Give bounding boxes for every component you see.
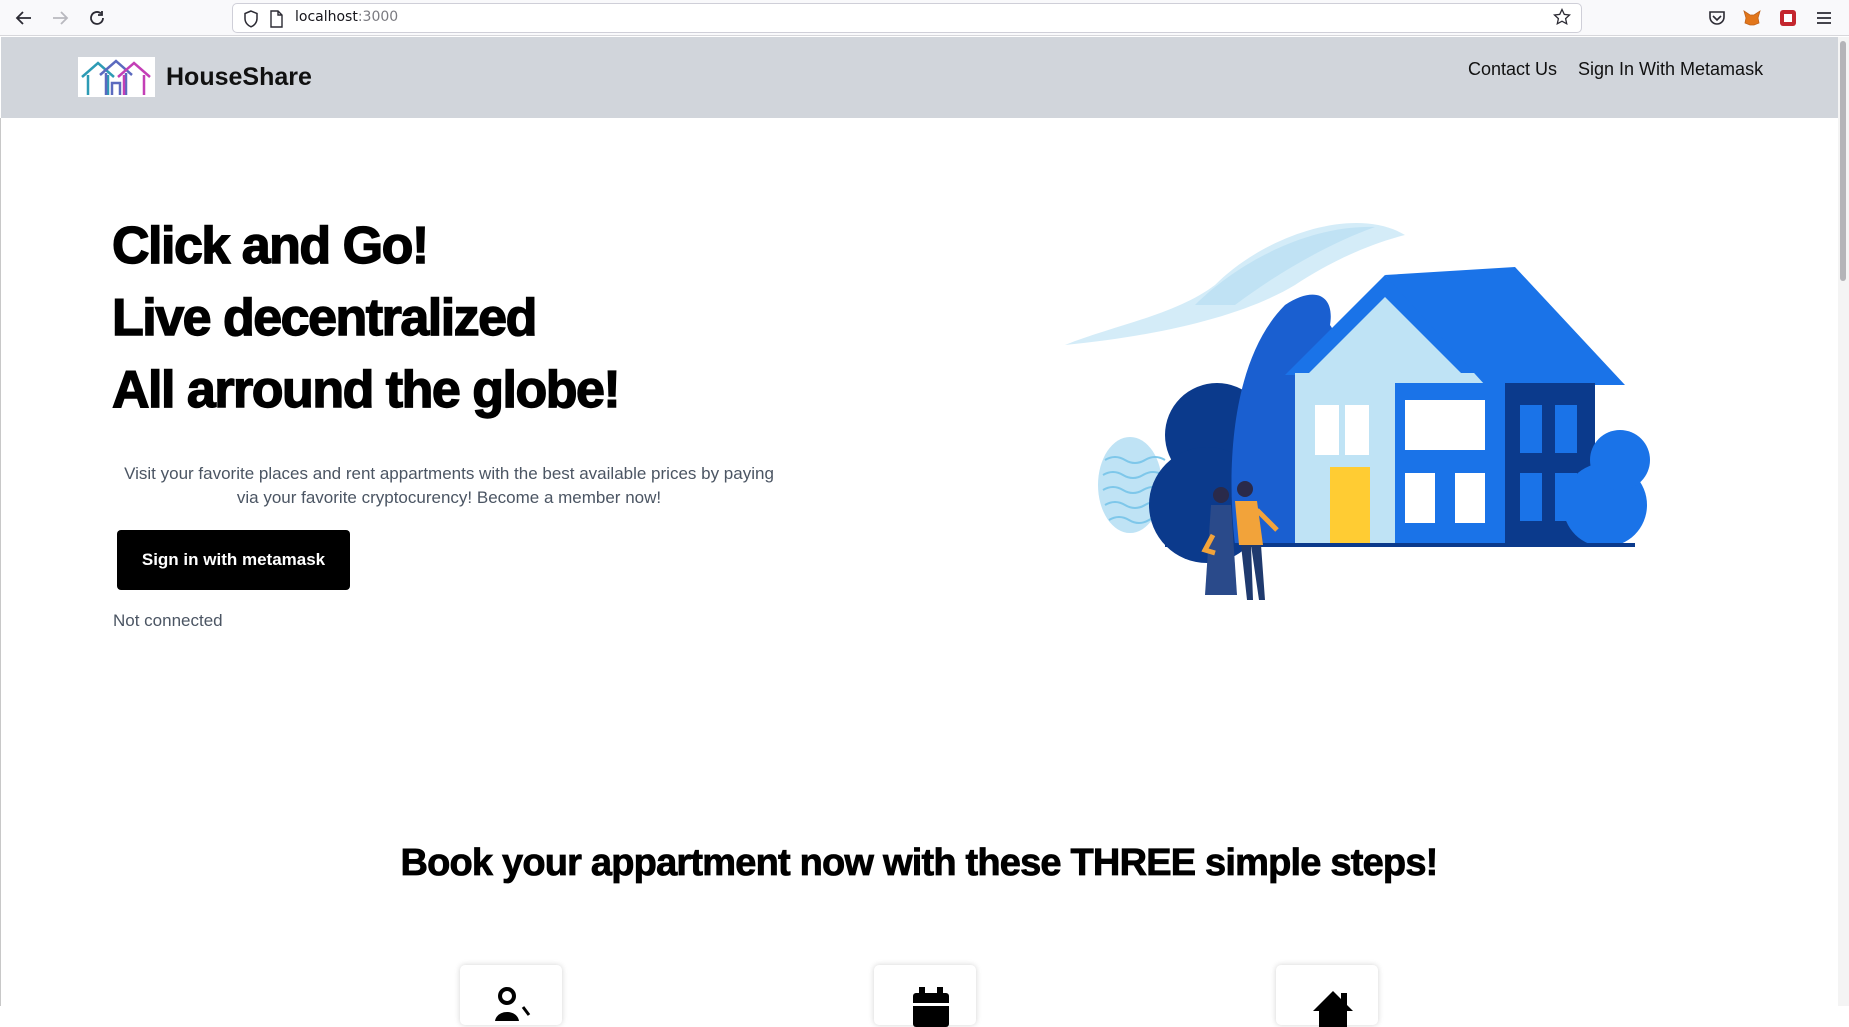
connection-status: Not connected bbox=[113, 611, 223, 630]
url-port: :3000 bbox=[357, 9, 399, 25]
hero-heading-line-1: Click and Go! bbox=[111, 216, 430, 275]
bookmark-star-icon[interactable] bbox=[1553, 7, 1571, 31]
extension-icon[interactable] bbox=[1777, 7, 1799, 29]
scrollbar-thumb[interactable] bbox=[1840, 41, 1846, 281]
site-header: HouseShare Contact Us Sign In With Metam… bbox=[1, 37, 1838, 118]
calendar-icon bbox=[913, 987, 949, 1027]
page-scrollbar[interactable] bbox=[1838, 37, 1849, 1006]
map-pin-icon bbox=[495, 987, 531, 1021]
reload-icon[interactable] bbox=[84, 6, 110, 30]
back-icon[interactable] bbox=[11, 6, 37, 30]
shield-icon[interactable] bbox=[243, 10, 259, 32]
steps-heading: Book your appartment now with these THRE… bbox=[400, 842, 1439, 885]
sign-in-metamask-button[interactable]: Sign in with metamask bbox=[117, 530, 350, 590]
metamask-extension-icon[interactable] bbox=[1741, 7, 1763, 29]
browser-toolbar: localhost:3000 bbox=[0, 0, 1849, 36]
address-bar[interactable]: localhost:3000 bbox=[232, 3, 1582, 33]
page-icon bbox=[269, 10, 283, 32]
pocket-icon[interactable] bbox=[1706, 7, 1728, 29]
nav-sign-in-metamask[interactable]: Sign In With Metamask bbox=[1578, 59, 1763, 80]
brand-name[interactable]: HouseShare bbox=[166, 63, 312, 92]
hero-heading-line-2: Live decentralized bbox=[111, 288, 538, 347]
house-illustration bbox=[1045, 205, 1665, 615]
step-card-location bbox=[460, 965, 562, 1025]
step-card-date bbox=[874, 965, 976, 1027]
home-icon bbox=[1313, 991, 1353, 1027]
hero-heading-line-3: All arround the globe! bbox=[111, 360, 621, 419]
step-card-home bbox=[1276, 965, 1378, 1027]
menu-icon[interactable] bbox=[1813, 7, 1835, 29]
url-text[interactable]: localhost:3000 bbox=[295, 9, 398, 25]
nav-contact-us[interactable]: Contact Us bbox=[1468, 59, 1557, 80]
hero-description: Visit your favorite places and rent appa… bbox=[124, 464, 774, 507]
houseshare-logo[interactable] bbox=[78, 57, 155, 97]
url-host: localhost bbox=[295, 9, 358, 25]
forward-icon[interactable] bbox=[47, 6, 73, 30]
